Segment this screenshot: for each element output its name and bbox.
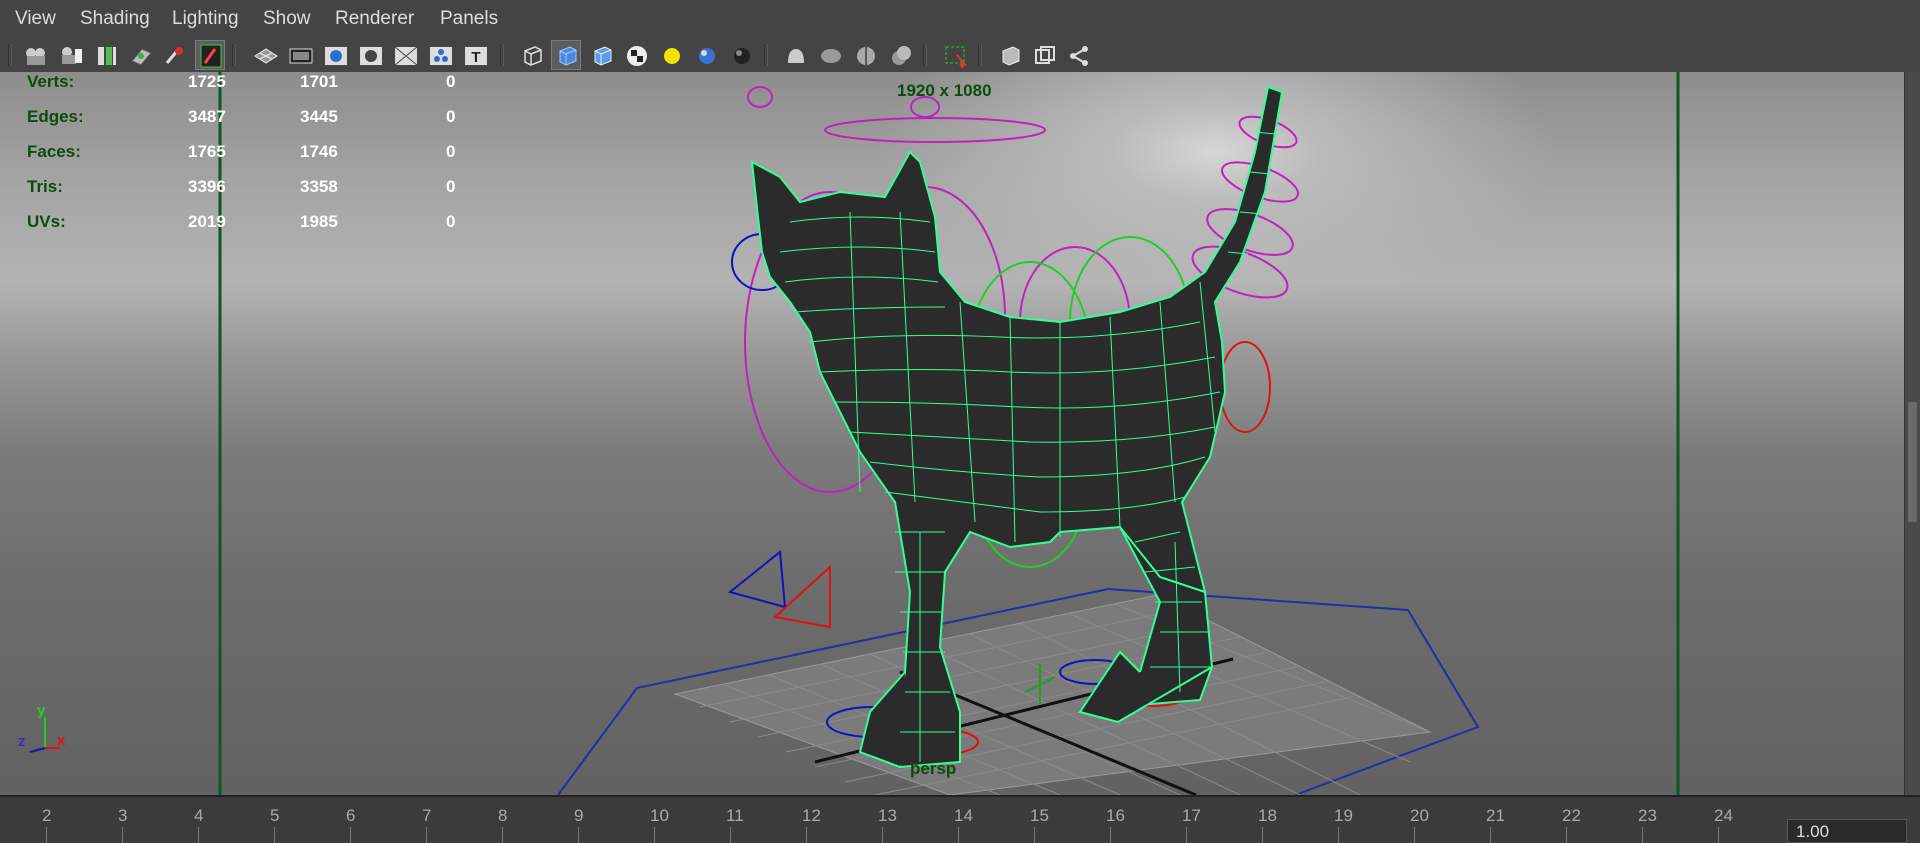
xray-active-components-icon[interactable] <box>994 40 1024 70</box>
smooth-shade-icon[interactable] <box>551 40 581 70</box>
timeline-tick-label: 5 <box>270 806 280 825</box>
toolbar-separator <box>923 44 927 66</box>
perspective-viewport[interactable]: Verts: 1725 1701 0 Edges: 3487 3445 0 Fa… <box>0 72 1904 795</box>
toolbar-separator <box>978 44 982 66</box>
depth-of-field-icon[interactable] <box>850 40 880 70</box>
hud-resolution: 1920 x 1080 <box>897 81 992 100</box>
xray-icon[interactable] <box>940 40 970 70</box>
timeline-tick-label: 11 <box>726 806 744 825</box>
toolbar-separator <box>232 44 236 66</box>
hud-faces-label: Faces: <box>27 142 81 161</box>
xray-joints-icon[interactable] <box>1029 40 1059 70</box>
timeline-tick-label: 19 <box>1334 806 1353 825</box>
current-frame-field[interactable]: 1.00 <box>1787 819 1907 843</box>
timeline-tick-label: 22 <box>1562 806 1581 825</box>
safe-title-icon[interactable]: T <box>460 40 490 70</box>
hud-tris-selected: 3358 <box>300 177 338 196</box>
hud-faces-selected: 1746 <box>300 142 338 161</box>
isolate-select-icon[interactable] <box>885 40 915 70</box>
hud-verts-label: Verts: <box>27 72 75 91</box>
2d-pan-zoom-icon[interactable] <box>160 40 190 70</box>
time-slider[interactable]: 2 3 4 5 6 7 8 9 10 11 12 13 14 15 16 17 … <box>0 795 1920 843</box>
timeline-tick-label: 6 <box>346 806 356 825</box>
timeline-tick-label: 10 <box>650 806 669 825</box>
safe-action-icon[interactable] <box>425 40 455 70</box>
hud-edges-total: 3487 <box>188 107 226 126</box>
hud-faces-extra: 0 <box>446 142 456 161</box>
hud-uvs-extra: 0 <box>446 212 456 231</box>
svg-text:T: T <box>471 49 480 66</box>
viewport-scrollbar[interactable] <box>1904 72 1920 795</box>
hud-edges-label: Edges: <box>27 107 84 126</box>
menu-shading[interactable]: Shading <box>80 8 150 30</box>
menu-lighting[interactable]: Lighting <box>172 8 239 30</box>
timeline-tick-label: 12 <box>802 806 821 825</box>
wireframe-icon[interactable] <box>516 40 546 70</box>
motion-blur-icon[interactable] <box>780 40 810 70</box>
timeline-tick-label: 21 <box>1486 806 1505 825</box>
anti-aliasing-icon[interactable] <box>815 40 845 70</box>
timeline-tick-label: 17 <box>1182 806 1201 825</box>
timeline-tick-label: 4 <box>194 806 204 825</box>
use-default-material-icon[interactable] <box>586 40 616 70</box>
axis-label-y: y <box>37 702 46 719</box>
timeline-tick-label: 14 <box>954 806 973 825</box>
hud-tris-total: 3396 <box>188 177 226 196</box>
hud-verts-selected: 1701 <box>300 72 338 91</box>
hud-verts-extra: 0 <box>446 72 456 91</box>
hud-camera-name: persp <box>910 759 957 778</box>
bookmarks-icon[interactable] <box>90 40 120 70</box>
axis-label-z: z <box>18 733 26 750</box>
timeline-tick-label: 7 <box>422 806 432 825</box>
timeline-tick-label: 18 <box>1258 806 1277 825</box>
node-graph-icon[interactable] <box>1064 40 1094 70</box>
use-all-lights-icon[interactable] <box>656 40 686 70</box>
timeline-tick-label: 24 <box>1714 806 1733 825</box>
menu-view[interactable]: View <box>15 8 56 30</box>
menu-renderer[interactable]: Renderer <box>335 8 414 30</box>
hud-uvs-total: 2019 <box>188 212 226 231</box>
viewport-scene <box>29 72 1680 795</box>
grid-icon[interactable] <box>250 40 280 70</box>
image-plane-icon[interactable] <box>125 40 155 70</box>
panel-toolbar: T <box>0 38 1920 73</box>
resolution-gate-icon[interactable] <box>320 40 350 70</box>
timeline-tick-label: 13 <box>878 806 897 825</box>
film-gate-icon[interactable] <box>285 40 315 70</box>
hud-edges-selected: 3445 <box>300 107 338 126</box>
axis-gizmo <box>29 717 60 753</box>
timeline-tick-label: 3 <box>118 806 128 825</box>
menu-show[interactable]: Show <box>263 8 311 30</box>
floor-grid <box>673 594 1432 795</box>
hud-tris-extra: 0 <box>446 177 456 196</box>
texture-checker-icon[interactable] <box>621 40 651 70</box>
scrollbar-thumb[interactable] <box>1908 402 1917 522</box>
timeline-tick-label: 20 <box>1410 806 1429 825</box>
shadows-icon[interactable] <box>691 40 721 70</box>
menu-panels[interactable]: Panels <box>440 8 498 30</box>
gate-mask-icon[interactable] <box>355 40 385 70</box>
toolbar-separator <box>764 44 768 66</box>
hud-uvs-selected: 1985 <box>300 212 338 231</box>
ambient-occlusion-icon[interactable] <box>726 40 756 70</box>
toolbar-separator <box>500 44 504 66</box>
timeline-tick-label: 9 <box>574 806 584 825</box>
timeline-tick-label: 15 <box>1030 806 1049 825</box>
hud-faces-total: 1765 <box>188 142 226 161</box>
timeline-tick-label: 16 <box>1106 806 1125 825</box>
field-chart-icon[interactable] <box>390 40 420 70</box>
timeline-tick-label: 2 <box>42 806 52 825</box>
hud-verts-total: 1725 <box>188 72 226 91</box>
hud-edges-extra: 0 <box>446 107 456 126</box>
axis-label-x: x <box>57 732 66 749</box>
timeline-tick-label: 23 <box>1638 806 1657 825</box>
toolbar-separator <box>8 44 12 66</box>
panel-menu-bar: View Shading Lighting Show Renderer Pane… <box>0 0 1920 39</box>
timeline-tick-label: 8 <box>498 806 508 825</box>
camera-attributes-icon[interactable] <box>55 40 85 70</box>
hud-tris-label: Tris: <box>27 177 63 196</box>
hud-uvs-label: UVs: <box>27 212 66 231</box>
grease-pencil-icon[interactable] <box>195 40 225 70</box>
camera-select-icon[interactable] <box>20 40 50 70</box>
